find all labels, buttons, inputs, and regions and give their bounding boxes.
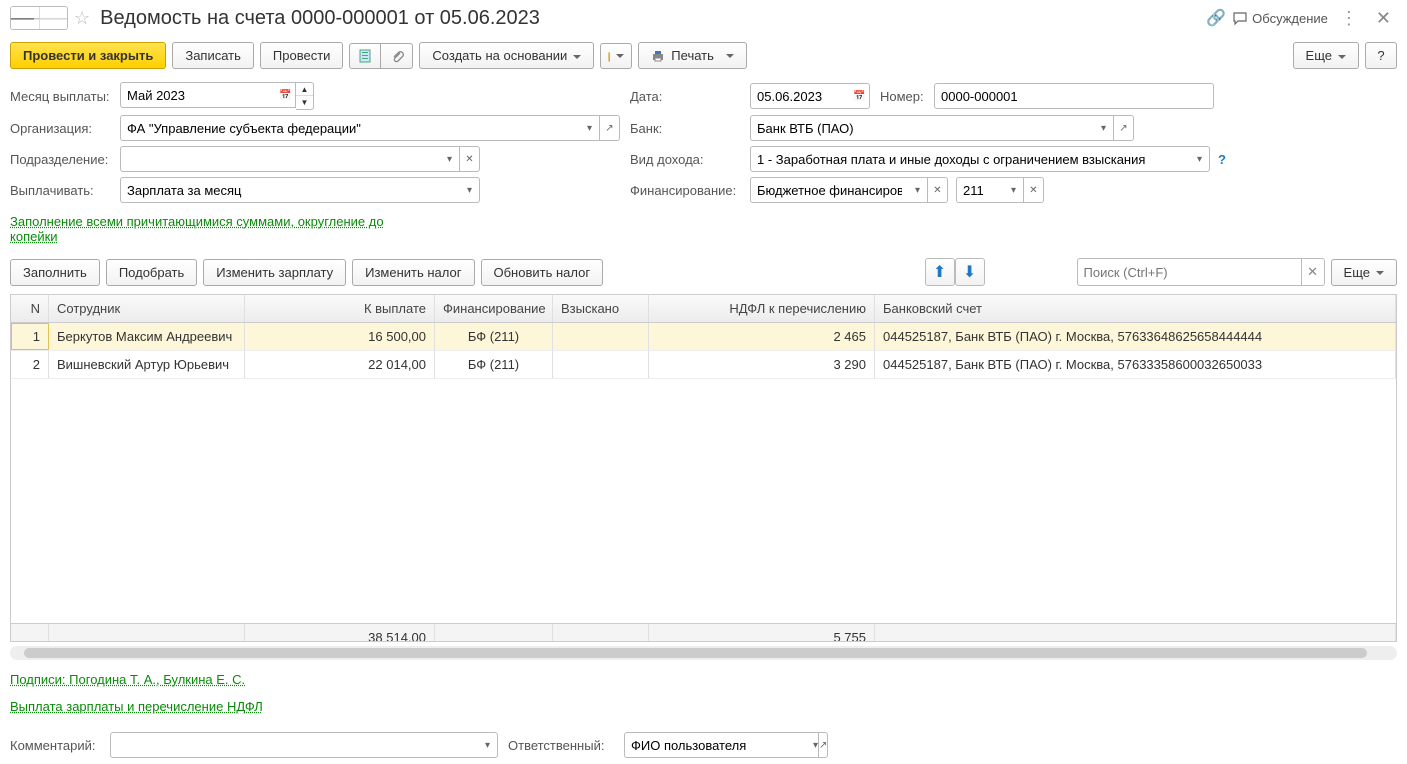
month-input[interactable]: [120, 82, 276, 108]
fin-code-input[interactable]: [956, 177, 1004, 203]
table-row[interactable]: 2 Вишневский Артур Юрьевич 22 014,00 БФ …: [11, 351, 1396, 379]
edit-tax-button[interactable]: Изменить налог: [352, 259, 474, 286]
document-icon: [358, 49, 372, 63]
arrow-down-icon: ⬇: [963, 262, 976, 282]
move-down-button[interactable]: ⬇: [955, 258, 985, 286]
col-collected[interactable]: Взыскано: [553, 295, 649, 322]
move-up-button[interactable]: ⬆: [925, 258, 955, 286]
page-title: Ведомость на счета 0000-000001 от 05.06.…: [100, 7, 1200, 30]
pay-input[interactable]: [120, 177, 460, 203]
table-h-scrollbar[interactable]: [10, 646, 1397, 660]
income-dropdown-icon[interactable]: ▾: [1190, 146, 1210, 172]
org-input[interactable]: [120, 115, 580, 141]
responsible-label: Ответственный:: [508, 738, 614, 753]
responsible-open-icon[interactable]: ↗: [819, 732, 828, 758]
month-label: Месяц выплаты:: [10, 89, 116, 104]
table-more-button[interactable]: Еще: [1331, 259, 1397, 286]
total-pay: 38 514,00: [245, 624, 435, 642]
copy-link-icon[interactable]: 🔗: [1206, 8, 1226, 28]
comment-dropdown-icon[interactable]: ▾: [478, 732, 498, 758]
fin-code-dropdown-icon[interactable]: ▾: [1004, 177, 1024, 203]
col-n[interactable]: N: [11, 295, 49, 322]
signatures-link[interactable]: Подписи: Погодина Т. А., Булкина Е. С.: [10, 666, 245, 693]
fin-label: Финансирование:: [630, 183, 746, 198]
print-button[interactable]: Печать: [638, 42, 747, 69]
fin-clear-icon[interactable]: ✕: [928, 177, 948, 203]
post-button[interactable]: Провести: [260, 42, 344, 69]
comment-input[interactable]: [110, 732, 478, 758]
dept-input[interactable]: [120, 146, 440, 172]
date-input[interactable]: [750, 83, 850, 109]
total-tax: 5 755: [649, 624, 875, 642]
fin-input[interactable]: [750, 177, 908, 203]
help-button[interactable]: ?: [1365, 42, 1397, 69]
employees-table: N Сотрудник К выплате Финансирование Взы…: [10, 294, 1397, 642]
comment-label: Комментарий:: [10, 738, 100, 753]
table-header: N Сотрудник К выплате Финансирование Взы…: [11, 295, 1396, 323]
attach-button[interactable]: [381, 43, 413, 69]
col-pay[interactable]: К выплате: [245, 295, 435, 322]
income-label: Вид дохода:: [630, 152, 746, 167]
dept-clear-icon[interactable]: ✕: [460, 146, 480, 172]
save-button[interactable]: Записать: [172, 42, 254, 69]
col-tax[interactable]: НДФЛ к перечислению: [649, 295, 875, 322]
folder-button[interactable]: [600, 43, 632, 69]
month-stepper[interactable]: ▲▼: [296, 82, 314, 110]
bank-input[interactable]: [750, 115, 1094, 141]
update-tax-button[interactable]: Обновить налог: [481, 259, 604, 286]
table-footer: 38 514,00 5 755: [11, 623, 1396, 642]
payment-link[interactable]: Выплата зарплаты и перечисление НДФЛ: [10, 693, 263, 720]
kebab-menu-icon[interactable]: ⋮: [1334, 8, 1364, 29]
income-input[interactable]: [750, 146, 1190, 172]
dept-label: Подразделение:: [10, 152, 116, 167]
paperclip-icon: [390, 49, 404, 63]
income-help-icon[interactable]: ?: [1218, 152, 1226, 167]
bank-label: Банк:: [630, 121, 746, 136]
pay-label: Выплачивать:: [10, 183, 116, 198]
date-label: Дата:: [630, 89, 746, 104]
edit-salary-button[interactable]: Изменить зарплату: [203, 259, 346, 286]
col-financing[interactable]: Финансирование: [435, 295, 553, 322]
close-button[interactable]: ✕: [1370, 8, 1397, 29]
favorite-icon[interactable]: ☆: [74, 8, 90, 29]
fin-code-clear-icon[interactable]: ✕: [1024, 177, 1044, 203]
folder-icon: [608, 49, 610, 63]
org-label: Организация:: [10, 121, 116, 136]
nav-forward-button[interactable]: 🡒: [39, 7, 67, 29]
chat-icon: [1232, 10, 1248, 26]
fill-mode-link[interactable]: Заполнение всеми причитающимися суммами,…: [10, 208, 410, 250]
toolbar-more-button[interactable]: Еще: [1293, 42, 1359, 69]
create-from-button[interactable]: Создать на основании: [419, 42, 594, 69]
org-open-icon[interactable]: ↗: [600, 115, 620, 141]
number-input[interactable]: [934, 83, 1214, 109]
col-employee[interactable]: Сотрудник: [49, 295, 245, 322]
pay-dropdown-icon[interactable]: ▾: [460, 177, 480, 203]
fill-button[interactable]: Заполнить: [10, 259, 100, 286]
report-button[interactable]: [349, 43, 381, 69]
search-input[interactable]: [1077, 258, 1301, 286]
dept-dropdown-icon[interactable]: ▾: [440, 146, 460, 172]
org-dropdown-icon[interactable]: ▾: [580, 115, 600, 141]
bank-dropdown-icon[interactable]: ▾: [1094, 115, 1114, 141]
date-calendar-icon[interactable]: 📅: [850, 83, 870, 109]
arrow-up-icon: ⬆: [933, 262, 946, 282]
bank-open-icon[interactable]: ↗: [1114, 115, 1134, 141]
responsible-input[interactable]: [624, 732, 813, 758]
col-bank[interactable]: Банковский счет: [875, 295, 1396, 322]
fin-dropdown-icon[interactable]: ▾: [908, 177, 928, 203]
post-and-close-button[interactable]: Провести и закрыть: [10, 42, 166, 69]
table-row[interactable]: 1 Беркутов Максим Андреевич 16 500,00 БФ…: [11, 323, 1396, 351]
printer-icon: [651, 49, 665, 63]
search-clear-icon[interactable]: ✕: [1301, 258, 1325, 286]
month-calendar-icon[interactable]: 📅: [276, 82, 296, 108]
number-label: Номер:: [880, 89, 930, 104]
pick-button[interactable]: Подобрать: [106, 259, 197, 286]
discuss-button[interactable]: Обсуждение: [1232, 10, 1328, 26]
